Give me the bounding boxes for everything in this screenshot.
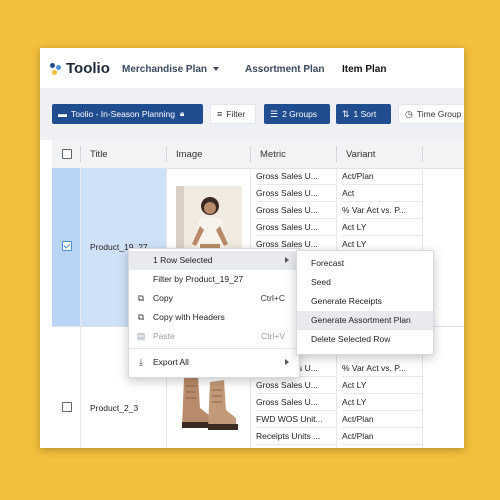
submenu-forecast[interactable]: Forecast xyxy=(297,254,433,273)
menu-paste[interactable]: ▤ Paste Ctrl+V xyxy=(129,327,299,346)
metric-cell[interactable]: Gross Sales U... xyxy=(256,219,336,236)
context-menu: 1 Row Selected Filter by Product_19_27 ⧉… xyxy=(128,248,300,378)
product-b-photo xyxy=(176,368,242,436)
menu-divider xyxy=(129,348,299,349)
variant-cell[interactable]: Act/Plan xyxy=(342,168,422,185)
select-all-checkbox[interactable] xyxy=(62,149,72,159)
app-window: Toolio Merchandise Plan Assortment Plan … xyxy=(40,48,464,448)
chevron-right-icon xyxy=(285,359,289,365)
variant-cell[interactable]: Act/Plan xyxy=(342,411,422,428)
nav-assortment-plan[interactable]: Assortment Plan xyxy=(245,64,324,75)
time-group-label: Time Group xyxy=(416,109,462,119)
grid-header: Title Image Metric Variant xyxy=(52,140,464,169)
metric-cell[interactable]: Gross Sales U... xyxy=(256,168,336,185)
menu-row-selected-label: 1 Row Selected xyxy=(153,255,213,265)
variant-cell[interactable]: Act LY xyxy=(342,377,422,394)
metric-cell[interactable]: Gross Sales U... xyxy=(256,185,336,202)
nav-merchandise-plan[interactable]: Merchandise Plan xyxy=(122,64,220,75)
toolio-logo[interactable]: Toolio xyxy=(50,60,110,77)
variant-cell[interactable]: Act/Plan xyxy=(342,428,422,445)
sort-label: 1 Sort xyxy=(353,109,377,119)
groups-button[interactable]: ☰ 2 Groups xyxy=(264,104,330,124)
lock-icon: 🔒︎ xyxy=(179,109,185,118)
menu-export-all-label: Export All xyxy=(153,357,189,367)
toolbar: ▬ Toolio - In-Season Planning 🔒︎ ≡ Filte… xyxy=(40,88,464,140)
paste-shortcut: Ctrl+V xyxy=(261,331,285,341)
metric-cell[interactable]: Receipts Units ... xyxy=(256,428,336,445)
menu-copy-with-headers-label: Copy with Headers xyxy=(153,312,225,322)
header-metric[interactable]: Metric xyxy=(260,149,286,160)
variant-cell[interactable]: % Var Act vs. P... xyxy=(342,202,422,219)
groups-icon: ☰ xyxy=(270,108,279,119)
app-name: Toolio xyxy=(66,60,110,77)
plan-selector-label: Toolio - In-Season Planning xyxy=(71,109,175,119)
download-icon: ⤓ xyxy=(139,357,143,367)
nav-merchandise-plan-label: Merchandise Plan xyxy=(122,64,208,75)
row-checkbox-product-a[interactable] xyxy=(62,241,72,251)
menu-copy[interactable]: ⧉ Copy Ctrl+C xyxy=(129,289,299,308)
logo-icon xyxy=(50,62,62,75)
menu-filter-by[interactable]: Filter by Product_19_27 xyxy=(129,270,299,289)
header-title[interactable]: Title xyxy=(90,149,108,160)
menu-filter-by-label: Filter by Product_19_27 xyxy=(153,274,244,284)
plan-selector-button[interactable]: ▬ Toolio - In-Season Planning 🔒︎ xyxy=(52,104,203,124)
menu-copy-with-headers[interactable]: ⧉ Copy with Headers xyxy=(129,308,299,327)
metric-cell[interactable]: Gross Sales U... xyxy=(256,394,336,411)
header-variant[interactable]: Variant xyxy=(346,149,375,160)
product-b-image xyxy=(176,368,242,436)
copy-icon: ⧉ xyxy=(137,312,145,322)
metric-cell[interactable]: FWD WOS Unit... xyxy=(256,411,336,428)
header-image[interactable]: Image xyxy=(176,149,202,160)
chevron-down-icon xyxy=(213,67,220,72)
menu-row-selected[interactable]: 1 Row Selected xyxy=(129,251,299,270)
variant-cell[interactable]: % Var Act vs. P... xyxy=(342,360,422,377)
menu-paste-label: Paste xyxy=(153,331,175,341)
metric-cell[interactable]: Gross Sales U... xyxy=(256,377,336,394)
filter-label: Filter xyxy=(226,109,246,119)
sort-icon: ⇅ xyxy=(342,108,350,119)
variant-cell[interactable]: Act xyxy=(342,185,422,202)
filter-icon: ≡ xyxy=(217,109,223,119)
menu-copy-label: Copy xyxy=(153,293,173,303)
menu-export-all[interactable]: ⤓ Export All xyxy=(129,353,299,372)
submenu-delete-selected-row[interactable]: Delete Selected Row xyxy=(297,330,433,349)
time-group-button[interactable]: ◷ Time Group xyxy=(398,104,464,124)
sort-button[interactable]: ⇅ 1 Sort xyxy=(336,104,391,124)
submenu-generate-receipts[interactable]: Generate Receipts xyxy=(297,292,433,311)
plan-icon: ▬ xyxy=(58,109,67,119)
row-selected-submenu: Forecast Seed Generate Receipts Generate… xyxy=(296,250,434,355)
metric-cell[interactable]: Gross Sales U... xyxy=(256,202,336,219)
copy-icon: ⧉ xyxy=(137,293,145,303)
variant-cell[interactable]: Act LY xyxy=(342,219,422,236)
row-checkbox-product-b[interactable] xyxy=(62,402,72,412)
product-b-title[interactable]: Product_2_3 xyxy=(90,403,138,413)
filter-button[interactable]: ≡ Filter xyxy=(210,104,256,124)
paste-icon: ▤ xyxy=(136,331,146,341)
submenu-generate-assortment-plan[interactable]: Generate Assortment Plan xyxy=(297,311,433,330)
chevron-right-icon xyxy=(285,257,289,263)
variant-cell[interactable]: Act LY xyxy=(342,394,422,411)
nav-item-plan[interactable]: Item Plan xyxy=(342,64,386,75)
submenu-seed[interactable]: Seed xyxy=(297,273,433,292)
top-nav: Toolio Merchandise Plan Assortment Plan … xyxy=(40,48,464,88)
groups-label: 2 Groups xyxy=(282,109,318,119)
clock-icon: ◷ xyxy=(405,108,413,119)
copy-shortcut: Ctrl+C xyxy=(260,293,285,303)
